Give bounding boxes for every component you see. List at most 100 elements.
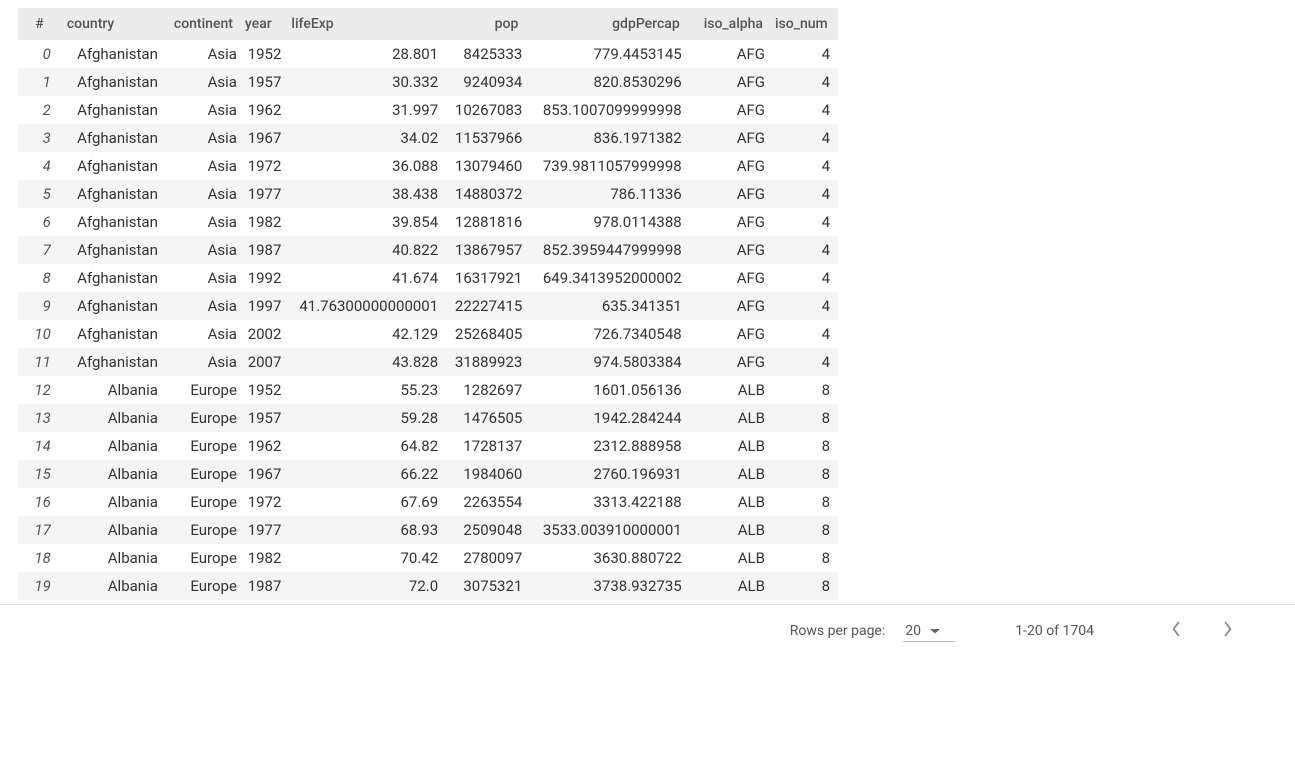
cell-iso-alpha: AFG: [686, 68, 769, 96]
cell-lifeexp: 31.997: [285, 96, 440, 124]
cell-iso-num: 8: [769, 376, 838, 404]
rows-per-page-select[interactable]: 20: [903, 621, 955, 642]
pagination-range: 1-20 of 1704: [1015, 623, 1094, 639]
table-row: 15AlbaniaEurope196766.2219840602760.1969…: [18, 460, 838, 488]
cell-iso-num: 8: [769, 488, 838, 516]
cell-index: 8: [18, 264, 61, 292]
cell-lifeexp: 68.93: [285, 516, 440, 544]
cell-pop: 22227415: [440, 292, 524, 320]
cell-iso-alpha: AFG: [686, 208, 769, 236]
col-continent[interactable]: continent: [164, 8, 239, 40]
cell-iso-alpha: ALB: [686, 544, 769, 572]
cell-lifeexp: 72.0: [285, 572, 440, 600]
cell-year: 1982: [239, 208, 286, 236]
cell-continent: Asia: [164, 124, 239, 152]
cell-country: Afghanistan: [61, 236, 164, 264]
cell-index: 5: [18, 180, 61, 208]
cell-lifeexp: 64.82: [285, 432, 440, 460]
cell-index: 10: [18, 320, 61, 348]
table-row: 6AfghanistanAsia198239.85412881816978.01…: [18, 208, 838, 236]
cell-index: 18: [18, 544, 61, 572]
cell-iso-num: 4: [769, 152, 838, 180]
cell-gdppercap: 2760.196931: [524, 460, 685, 488]
next-page-button[interactable]: [1216, 619, 1240, 643]
cell-lifeexp: 41.76300000000001: [285, 292, 440, 320]
cell-year: 1977: [239, 180, 286, 208]
col-iso-num[interactable]: iso_num: [769, 8, 838, 40]
cell-pop: 25268405: [440, 320, 524, 348]
cell-country: Albania: [61, 432, 164, 460]
cell-iso-alpha: AFG: [686, 180, 769, 208]
cell-pop: 13079460: [440, 152, 524, 180]
col-country[interactable]: country: [61, 8, 164, 40]
cell-lifeexp: 43.828: [285, 348, 440, 376]
cell-year: 2002: [239, 320, 286, 348]
cell-continent: Asia: [164, 40, 239, 68]
cell-country: Afghanistan: [61, 292, 164, 320]
cell-iso-num: 8: [769, 460, 838, 488]
cell-country: Albania: [61, 572, 164, 600]
cell-continent: Asia: [164, 96, 239, 124]
cell-year: 1962: [239, 432, 286, 460]
cell-continent: Asia: [164, 68, 239, 96]
cell-iso-num: 4: [769, 264, 838, 292]
cell-year: 1962: [239, 96, 286, 124]
table-row: 19AlbaniaEurope198772.030753213738.93273…: [18, 572, 838, 600]
cell-index: 1: [18, 68, 61, 96]
table-row: 3AfghanistanAsia196734.0211537966836.197…: [18, 124, 838, 152]
cell-iso-alpha: AFG: [686, 292, 769, 320]
cell-year: 1997: [239, 292, 286, 320]
cell-iso-alpha: AFG: [686, 40, 769, 68]
cell-country: Afghanistan: [61, 152, 164, 180]
cell-continent: Europe: [164, 516, 239, 544]
cell-iso-alpha: ALB: [686, 404, 769, 432]
cell-lifeexp: 30.332: [285, 68, 440, 96]
cell-lifeexp: 40.822: [285, 236, 440, 264]
col-iso-alpha[interactable]: iso_alpha: [686, 8, 769, 40]
cell-lifeexp: 67.69: [285, 488, 440, 516]
col-index[interactable]: #: [18, 8, 61, 40]
chevron-down-icon: [929, 623, 941, 639]
cell-gdppercap: 1942.284244: [524, 404, 685, 432]
table-row: 16AlbaniaEurope197267.6922635543313.4221…: [18, 488, 838, 516]
cell-lifeexp: 42.129: [285, 320, 440, 348]
cell-year: 2007: [239, 348, 286, 376]
cell-index: 0: [18, 40, 61, 68]
table-row: 7AfghanistanAsia198740.82213867957852.39…: [18, 236, 838, 264]
cell-year: 1967: [239, 124, 286, 152]
cell-continent: Europe: [164, 432, 239, 460]
cell-index: 7: [18, 236, 61, 264]
cell-lifeexp: 59.28: [285, 404, 440, 432]
cell-lifeexp: 28.801: [285, 40, 440, 68]
cell-country: Afghanistan: [61, 124, 164, 152]
cell-country: Albania: [61, 376, 164, 404]
cell-iso-alpha: ALB: [686, 460, 769, 488]
col-year[interactable]: year: [239, 8, 286, 40]
cell-continent: Asia: [164, 180, 239, 208]
cell-index: 14: [18, 432, 61, 460]
cell-index: 12: [18, 376, 61, 404]
cell-pop: 11537966: [440, 124, 524, 152]
cell-country: Albania: [61, 516, 164, 544]
cell-gdppercap: 2312.888958: [524, 432, 685, 460]
col-lifeexp[interactable]: lifeExp: [285, 8, 440, 40]
cell-gdppercap: 726.7340548: [524, 320, 685, 348]
cell-pop: 31889923: [440, 348, 524, 376]
cell-pop: 2263554: [440, 488, 524, 516]
cell-continent: Asia: [164, 236, 239, 264]
cell-country: Albania: [61, 488, 164, 516]
cell-iso-alpha: ALB: [686, 572, 769, 600]
cell-index: 6: [18, 208, 61, 236]
cell-pop: 1728137: [440, 432, 524, 460]
cell-continent: Asia: [164, 208, 239, 236]
cell-iso-alpha: ALB: [686, 376, 769, 404]
cell-pop: 13867957: [440, 236, 524, 264]
cell-gdppercap: 786.11336: [524, 180, 685, 208]
table-row: 5AfghanistanAsia197738.43814880372786.11…: [18, 180, 838, 208]
cell-gdppercap: 820.8530296: [524, 68, 685, 96]
col-pop[interactable]: pop: [440, 8, 524, 40]
cell-continent: Europe: [164, 488, 239, 516]
cell-gdppercap: 836.1971382: [524, 124, 685, 152]
prev-page-button[interactable]: [1164, 619, 1188, 643]
col-gdppercap[interactable]: gdpPercap: [524, 8, 685, 40]
